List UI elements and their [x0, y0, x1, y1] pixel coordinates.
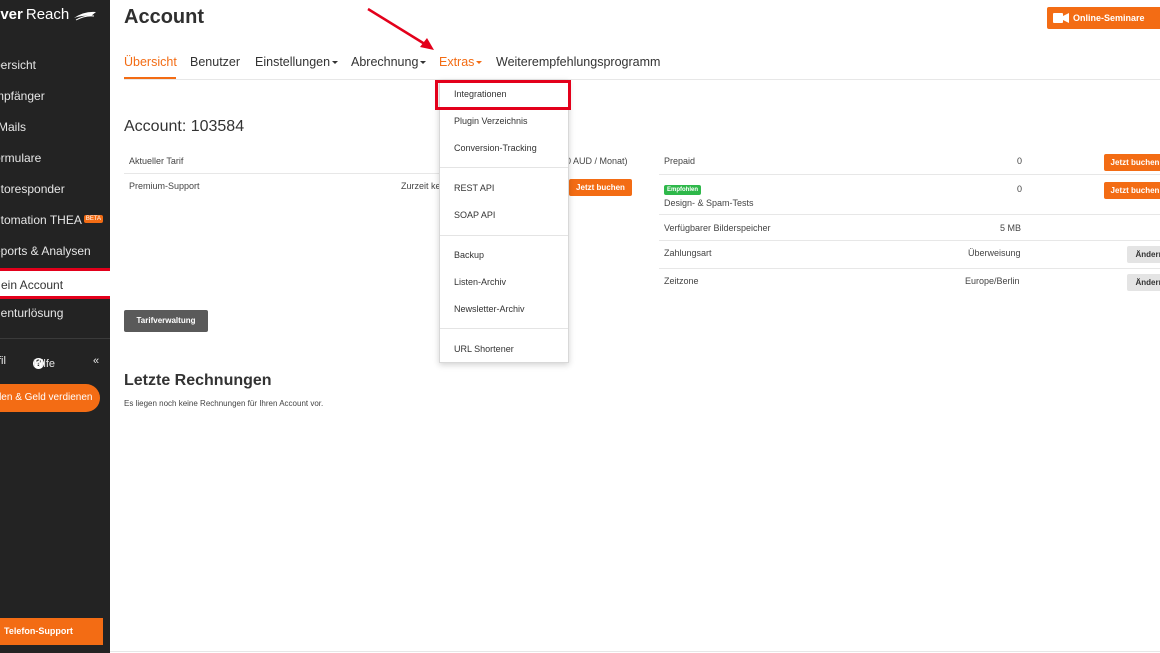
logo[interactable]: everReach	[0, 6, 98, 23]
logo-text-light: Reach	[25, 6, 70, 23]
profile-link[interactable]: fil	[0, 355, 6, 367]
sidebar-item-emails[interactable]: -Mails	[0, 112, 26, 142]
spam-tests-label: Design- & Spam-Tests	[664, 198, 754, 208]
payment-method-change-button[interactable]: Ändern	[1127, 246, 1160, 263]
menu-divider	[440, 167, 568, 168]
menu-item-conversion-tracking[interactable]: Conversion-Tracking	[454, 143, 537, 153]
online-seminars-button[interactable]: Online-Seminare	[1047, 7, 1160, 29]
image-storage-label: Verfügbarer Bilderspeicher	[664, 223, 771, 233]
sidebar-item-label: utoresponder	[0, 182, 65, 196]
sidebar-item-forms[interactable]: ormulare	[0, 143, 41, 173]
premium-support-book-button[interactable]: Jetzt buchen	[569, 179, 632, 196]
sidebar-item-label: mpfänger	[0, 89, 45, 103]
spam-tests-book-button[interactable]: Jetzt buchen	[1104, 182, 1160, 199]
sidebar-item-automation[interactable]: utomation THEA BETA	[0, 205, 104, 235]
recommended-badge: Empfohlen	[664, 185, 701, 195]
sidebar-item-label: utomation THEA	[0, 213, 82, 227]
menu-item-plugin-directory[interactable]: Plugin Verzeichnis	[454, 116, 528, 126]
tab-overview[interactable]: Übersicht	[124, 55, 177, 69]
extras-dropdown-menu: Integrationen Plugin Verzeichnis Convers…	[439, 80, 569, 363]
payment-method-value: Überweisung	[968, 248, 1021, 258]
logo-swoosh-icon	[74, 11, 97, 20]
sidebar-item-agency[interactable]: genturlösung	[0, 298, 63, 328]
video-camera-icon	[1053, 13, 1069, 23]
image-storage-value: 5 MB	[1000, 223, 1022, 233]
sidebar-item-my-account[interactable]: ein Account	[0, 268, 110, 299]
payment-method-label: Zahlungsart	[664, 248, 712, 258]
prepaid-book-button[interactable]: Jetzt buchen	[1104, 154, 1160, 171]
sidebar-item-label: eports & Analysen	[0, 244, 91, 258]
menu-item-soap-api[interactable]: SOAP API	[454, 210, 495, 220]
premium-support-label: Premium-Support	[129, 181, 200, 191]
premium-support-value: Zurzeit ke	[401, 181, 441, 191]
menu-divider	[440, 328, 568, 329]
annotation-arrow-icon	[367, 7, 434, 50]
sidebar-bottom-row: fil ?Hilfe «	[0, 352, 110, 372]
annotation-highlight-box	[435, 80, 571, 110]
prepaid-value: 0	[1017, 156, 1023, 166]
sidebar-item-autoresponder[interactable]: utoresponder	[0, 174, 65, 204]
tab-users[interactable]: Benutzer	[190, 55, 240, 69]
help-label: Hilfe	[33, 358, 56, 370]
invoices-empty-text: Es liegen noch keine Rechnungen für Ihre…	[124, 399, 324, 408]
tab-settings-label: Einstellungen	[255, 55, 331, 69]
tabs-divider	[124, 79, 1160, 80]
caret-down-icon	[332, 61, 339, 65]
timezone-label: Zeitzone	[664, 276, 699, 286]
tab-referral-program[interactable]: Weiterempfehlungsprogramm	[496, 55, 660, 69]
sidebar-item-reports[interactable]: eports & Analysen	[0, 236, 91, 266]
sidebar-item-label: ein Account	[1, 278, 64, 292]
sidebar-item-label: -Mails	[0, 120, 26, 134]
menu-item-backup[interactable]: Backup	[454, 250, 484, 260]
menu-divider	[440, 235, 568, 236]
timezone-value: Europe/Berlin	[965, 276, 1020, 286]
sidebar-item-label: bersicht	[0, 58, 37, 72]
current-plan-value: 0 AUD / Monat)	[566, 156, 628, 166]
sidebar-item-recipients[interactable]: mpfänger	[0, 81, 45, 111]
collapse-sidebar-icon[interactable]: «	[93, 355, 99, 367]
online-seminars-label: Online-Seminare	[1073, 13, 1145, 23]
footer-divider	[110, 651, 1160, 652]
current-plan-label: Aktueller Tarif	[129, 156, 184, 166]
tab-settings[interactable]: Einstellungen	[255, 55, 339, 69]
app-window: everReach bersicht mpfänger -Mails ormul…	[0, 0, 1160, 653]
spam-tests-value: 0	[1017, 184, 1023, 194]
sidebar-item-label: genturlösung	[0, 306, 64, 320]
row-divider	[124, 173, 439, 174]
menu-item-list-archive[interactable]: Listen-Archiv	[454, 277, 506, 287]
menu-item-newsletter-archive[interactable]: Newsletter-Archiv	[454, 304, 525, 314]
menu-item-url-shortener[interactable]: URL Shortener	[454, 344, 514, 354]
caret-down-icon	[476, 61, 483, 65]
row-divider	[659, 214, 1160, 215]
caret-down-icon	[420, 61, 427, 65]
row-divider	[659, 240, 1160, 241]
sidebar-divider	[0, 338, 110, 339]
timezone-change-button[interactable]: Ändern	[1127, 274, 1160, 291]
sidebar: everReach bersicht mpfänger -Mails ormul…	[0, 0, 110, 653]
account-number-heading: Account: 103584	[124, 118, 245, 135]
row-divider	[659, 268, 1160, 269]
referral-earn-button[interactable]: hlen & Geld verdienen	[0, 384, 100, 412]
beta-badge: BETA	[83, 215, 104, 223]
plan-management-button[interactable]: Tarifverwaltung	[124, 310, 208, 332]
page-title: Account	[124, 6, 204, 28]
prepaid-label: Prepaid	[664, 156, 696, 166]
sidebar-item-overview[interactable]: bersicht	[0, 50, 36, 80]
sidebar-item-label: ormulare	[0, 151, 42, 165]
invoices-heading: Letzte Rechnungen	[124, 372, 272, 389]
logo-text-bold: ever	[0, 6, 23, 23]
row-divider	[659, 174, 1160, 175]
menu-item-rest-api[interactable]: REST API	[454, 183, 494, 193]
phone-support-button[interactable]: Telefon-Support	[0, 618, 103, 645]
